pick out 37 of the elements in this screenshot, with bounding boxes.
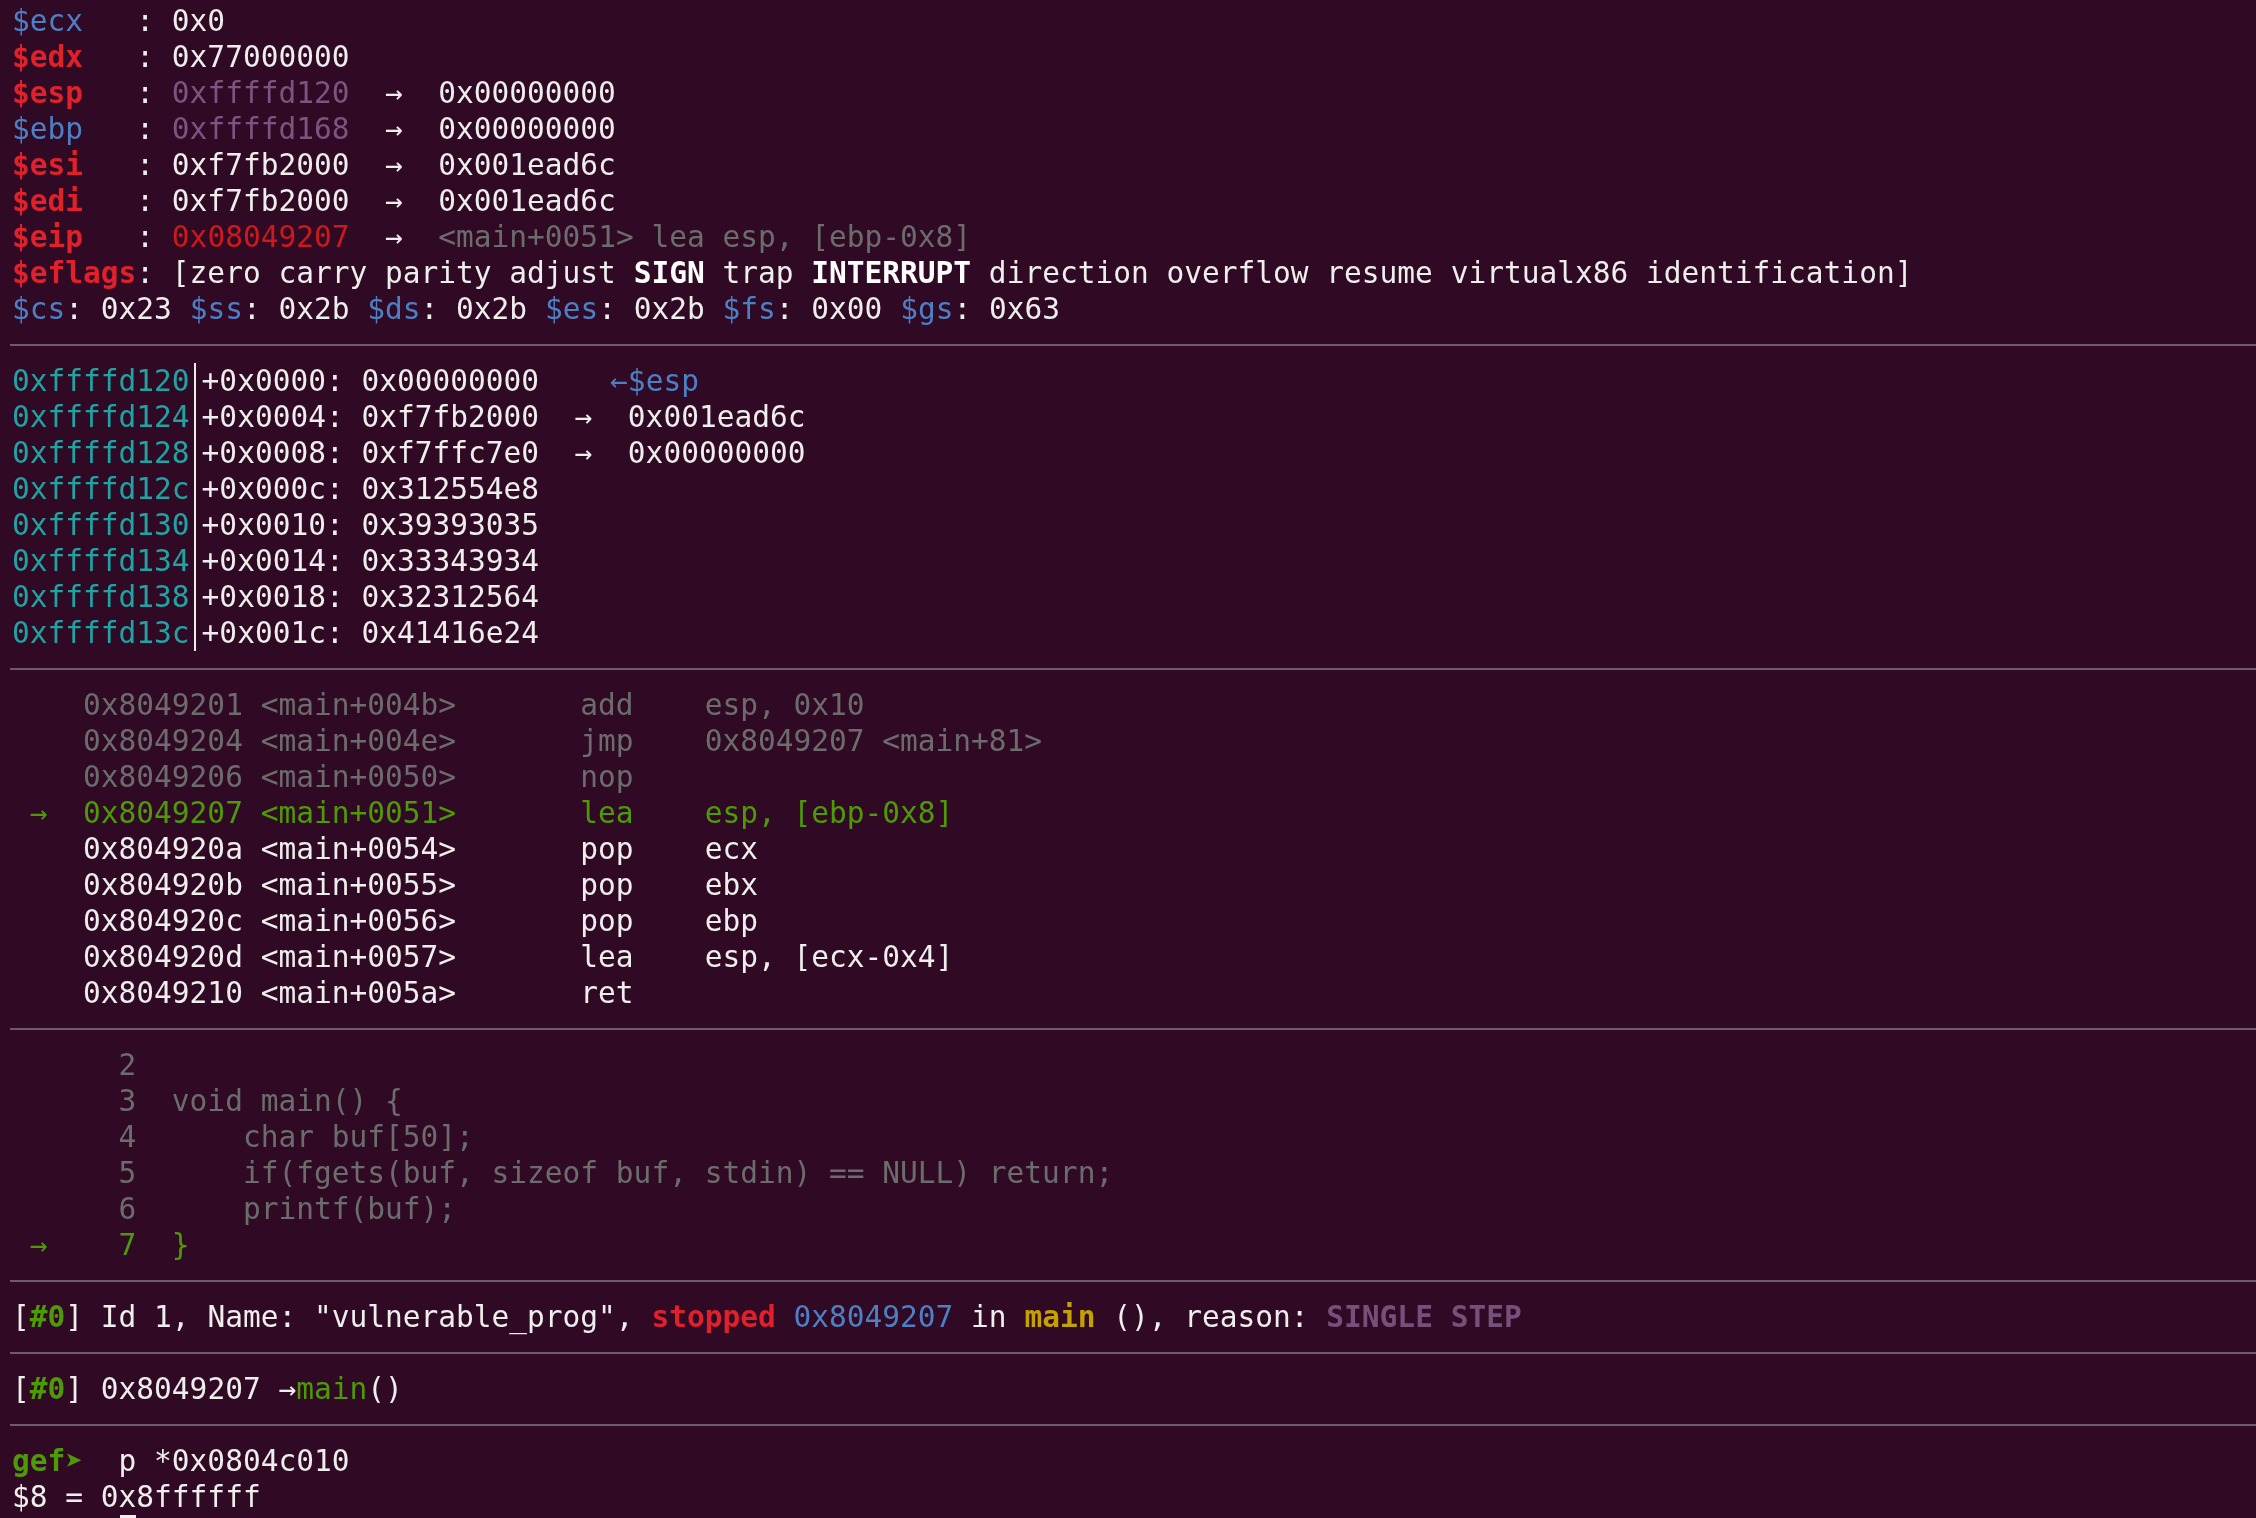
source-line: 4 char buf[50]; <box>117 1119 474 1155</box>
stack-line: 0xffffd124 +0x0004: 0xf7fb2000 → 0x001ead6c <box>12 399 806 435</box>
disassembly-line: 0x804920b <main+0055> pop ebx <box>82 867 758 903</box>
register-line: $eflags: [zero carry parity adjust SIGN trap INTERRUPT direction overflow resume virtualx86 identification] <box>12 255 1913 291</box>
stack-line: 0xffffd12c +0x000c: 0x312554e8 <box>12 471 540 507</box>
disassembly-line: 0x8049206 <main+0050> nop <box>82 759 634 795</box>
disassembly-line: 0x8049201 <main+004b> add esp, 0x10 <box>82 687 865 723</box>
source-line: 3 void main() { <box>117 1083 403 1119</box>
disassembly-line: 0x804920c <main+0056> pop ebp <box>82 903 758 939</box>
register-line: $esi : 0xf7fb2000 → 0x001ead6c <box>12 147 616 183</box>
stack-line: 0xffffd120 +0x0000: 0x00000000 ←$esp <box>12 363 699 399</box>
register-line: $edi : 0xf7fb2000 → 0x001ead6c <box>12 183 616 219</box>
disassembly-line: → 0x8049207 <main+0051> lea esp, [ebp-0x8] <box>28 795 954 831</box>
register-line: $ecx : 0x0 <box>12 3 226 39</box>
stack-line: 0xffffd134 +0x0014: 0x33343934 <box>12 543 540 579</box>
stack-line: 0xffffd130 +0x0010: 0x39393035 <box>12 507 540 543</box>
disassembly-line: 0x804920a <main+0054> pop ecx <box>82 831 758 867</box>
disassembly-line: 0x8049210 <main+005a> ret <box>82 975 634 1011</box>
source-line: → 7 } <box>28 1227 190 1263</box>
register-line: $ebp : 0xffffd168 → 0x00000000 <box>12 111 616 147</box>
register-line: $eip : 0x08049207 → <main+0051> lea esp, [ebp-0x8] <box>12 219 972 255</box>
console-line: gef➤ p *0x0804c010 <box>12 1443 350 1479</box>
thread-line: [#0] Id 1, Name: "vulnerable_prog", stopped 0x8049207 in main (), reason: SINGLE STEP <box>12 1299 1522 1335</box>
source-line: 5 if(fgets(buf, sizeof buf, stdin) == NULL) return; <box>117 1155 1114 1191</box>
source-line: 6 printf(buf); <box>117 1191 456 1227</box>
console-line: $8 = 0x8ffffff <box>12 1479 261 1515</box>
disassembly-line: 0x804920d <main+0057> lea esp, [ecx-0x4] <box>82 939 954 975</box>
register-line: $edx : 0x77000000 <box>12 39 350 75</box>
stack-line: 0xffffd13c +0x001c: 0x41416e24 <box>12 615 540 651</box>
register-line: $esp : 0xffffd120 → 0x00000000 <box>12 75 616 111</box>
source-line: 2 <box>117 1047 137 1083</box>
stack-line: 0xffffd138 +0x0018: 0x32312564 <box>12 579 540 615</box>
register-line: $cs: 0x23 $ss: 0x2b $ds: 0x2b $es: 0x2b $fs: 0x00 $gs: 0x63 <box>12 291 1060 327</box>
stack-line: 0xffffd128 +0x0008: 0xf7ffc7e0 → 0x00000000 <box>12 435 806 471</box>
disassembly-line: 0x8049204 <main+004e> jmp 0x8049207 <main+81> <box>82 723 1043 759</box>
text-cursor <box>120 1515 136 1518</box>
backtrace-line: [#0] 0x8049207 →main() <box>12 1371 403 1407</box>
